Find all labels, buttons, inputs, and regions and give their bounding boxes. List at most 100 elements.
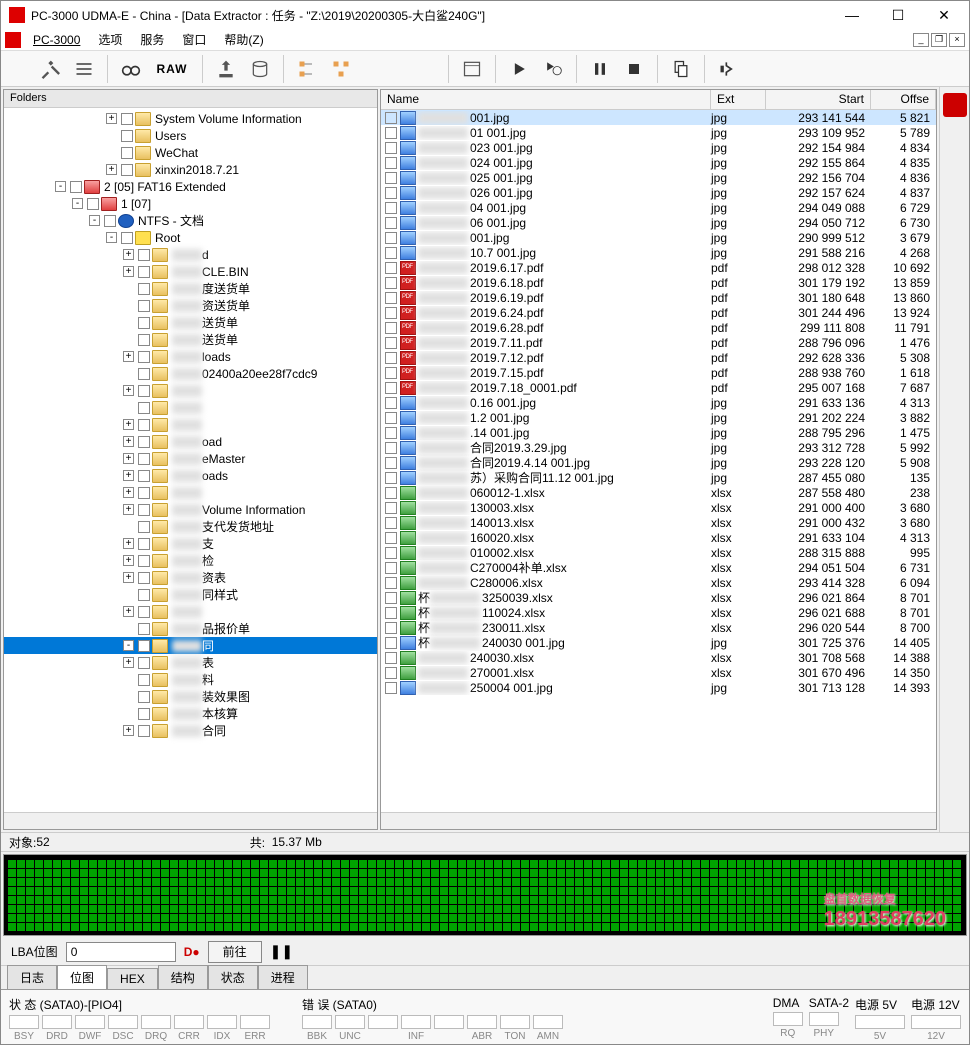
expand-icon[interactable]: + — [123, 606, 134, 617]
binoculars-icon[interactable] — [116, 55, 146, 83]
file-checkbox[interactable] — [385, 397, 397, 409]
tree-item[interactable]: 20送货单 — [4, 331, 377, 348]
tree-checkbox[interactable] — [121, 113, 133, 125]
file-checkbox[interactable] — [385, 187, 397, 199]
file-row[interactable]: 010002.xlsxxlsx288 315 888995 — [381, 545, 936, 560]
lba-input[interactable] — [66, 942, 176, 962]
tree-item[interactable]: +SyVolume Information — [4, 501, 377, 518]
file-checkbox[interactable] — [385, 217, 397, 229]
tree-checkbox[interactable] — [121, 232, 133, 244]
tree-checkbox[interactable] — [104, 215, 116, 227]
tree-item[interactable]: 丰本核算 — [4, 705, 377, 722]
file-checkbox[interactable] — [385, 532, 397, 544]
tree-checkbox[interactable] — [138, 657, 150, 669]
tree-item[interactable]: 上支代发货地址 — [4, 518, 377, 535]
tree-item[interactable]: +Ku — [4, 416, 377, 433]
expand-icon[interactable]: + — [123, 419, 134, 430]
tree-item[interactable]: +Kwoad — [4, 433, 377, 450]
tree-checkbox[interactable] — [138, 725, 150, 737]
file-row[interactable]: 杯240030 001.jpgjpg301 725 37614 405 — [381, 635, 936, 650]
file-checkbox[interactable] — [385, 172, 397, 184]
expand-icon[interactable]: - — [123, 640, 134, 651]
tree-checkbox[interactable] — [138, 402, 150, 414]
expand-icon[interactable]: - — [89, 215, 100, 226]
raw-button[interactable]: RAW — [150, 55, 194, 83]
close-button[interactable]: ✕ — [921, 1, 967, 29]
tree-item[interactable]: 20资送货单 — [4, 297, 377, 314]
file-checkbox[interactable] — [385, 412, 397, 424]
file-checkbox[interactable] — [385, 292, 397, 304]
file-checkbox[interactable] — [385, 577, 397, 589]
tree-checkbox[interactable] — [138, 266, 150, 278]
tab-HEX[interactable]: HEX — [107, 968, 158, 989]
file-row[interactable]: 026 001.jpgjpg292 157 6244 837 — [381, 185, 936, 200]
tree-checkbox[interactable] — [138, 708, 150, 720]
database-icon[interactable] — [245, 55, 275, 83]
tree-item[interactable]: +巨 — [4, 603, 377, 620]
file-row[interactable]: 2019.7.12.pdfpdf292 628 3365 308 — [381, 350, 936, 365]
h-scrollbar[interactable] — [381, 812, 936, 829]
pause-lba-icon[interactable]: ❚❚ — [270, 943, 290, 960]
tree-checkbox[interactable] — [70, 181, 82, 193]
file-checkbox[interactable] — [385, 247, 397, 259]
tree-checkbox[interactable] — [138, 691, 150, 703]
expand-icon[interactable]: - — [55, 181, 66, 192]
col-ext[interactable]: Ext — [711, 90, 766, 109]
file-checkbox[interactable] — [385, 382, 397, 394]
file-row[interactable]: 杯3250039.xlsxxlsx296 021 8648 701 — [381, 590, 936, 605]
tree-checkbox[interactable] — [138, 249, 150, 261]
file-row[interactable]: 270001.xlsxxlsx301 670 49614 350 — [381, 665, 936, 680]
file-checkbox[interactable] — [385, 127, 397, 139]
tree-item[interactable]: 巨品报价单 — [4, 620, 377, 637]
tree-item[interactable]: 20送货单 — [4, 314, 377, 331]
tree-checkbox[interactable] — [138, 521, 150, 533]
tree-item[interactable]: +LDeMaster — [4, 450, 377, 467]
mdi-close[interactable]: × — [949, 33, 965, 47]
file-row[interactable]: 06 001.jpgjpg294 050 7126 730 — [381, 215, 936, 230]
sector-map[interactable]: 盘首数据恢复 18913587620 — [3, 854, 967, 936]
file-checkbox[interactable] — [385, 592, 397, 604]
tree-item[interactable]: -NTFS - 文档 — [4, 212, 377, 229]
tree-item[interactable]: Users — [4, 127, 377, 144]
tree-item[interactable]: -2 [05] FAT16 Extended — [4, 178, 377, 195]
file-row[interactable]: 2019.6.17.pdfpdf298 012 32810 692 — [381, 260, 936, 275]
tree-checkbox[interactable] — [138, 470, 150, 482]
tree-checkbox[interactable] — [138, 555, 150, 567]
expand-icon[interactable]: + — [123, 266, 134, 277]
tree-checkbox[interactable] — [138, 589, 150, 601]
file-checkbox[interactable] — [385, 322, 397, 334]
file-row[interactable]: 04 001.jpgjpg294 049 0886 729 — [381, 200, 936, 215]
expand-icon[interactable]: + — [123, 657, 134, 668]
expand-icon[interactable]: + — [123, 487, 134, 498]
file-row[interactable]: 苏）采购合同11.12 001.jpgjpg287 455 080135 — [381, 470, 936, 485]
tree-item[interactable]: +杯表 — [4, 654, 377, 671]
tree-checkbox[interactable] — [138, 317, 150, 329]
file-list[interactable]: 001.jpgjpg293 141 5445 82101 001.jpgjpg2… — [381, 110, 936, 812]
pause-icon[interactable] — [585, 55, 615, 83]
file-checkbox[interactable] — [385, 277, 397, 289]
tree-checkbox[interactable] — [121, 147, 133, 159]
play-settings-icon[interactable] — [538, 55, 568, 83]
tree-item[interactable]: +System Volume Information — [4, 110, 377, 127]
file-row[interactable]: 合同2019.3.29.jpgjpg293 312 7285 992 — [381, 440, 936, 455]
tree-checkbox[interactable] — [138, 623, 150, 635]
tab-日志[interactable]: 日志 — [7, 965, 57, 989]
file-checkbox[interactable] — [385, 157, 397, 169]
tree-item[interactable]: +员资表 — [4, 569, 377, 586]
column-header[interactable]: Name Ext Start Offse — [381, 90, 936, 110]
mdi-minimize[interactable]: _ — [913, 33, 929, 47]
tree-item[interactable]: -巨同 — [4, 637, 377, 654]
file-checkbox[interactable] — [385, 487, 397, 499]
file-row[interactable]: 025 001.jpgjpg292 156 7044 836 — [381, 170, 936, 185]
file-row[interactable]: 2019.7.15.pdfpdf288 938 7601 618 — [381, 365, 936, 380]
list-icon[interactable] — [69, 55, 99, 83]
file-row[interactable]: 140013.xlsxxlsx291 000 4323 680 — [381, 515, 936, 530]
tools-icon[interactable] — [35, 55, 65, 83]
file-row[interactable]: 160020.xlsxxlsx291 633 1044 313 — [381, 530, 936, 545]
tree-item[interactable]: +qy — [4, 484, 377, 501]
file-row[interactable]: 2019.7.11.pdfpdf288 796 0961 476 — [381, 335, 936, 350]
file-row[interactable]: 2019.6.28.pdfpdf299 111 80811 791 — [381, 320, 936, 335]
file-row[interactable]: 001.jpgjpg290 999 5123 679 — [381, 230, 936, 245]
tree-checkbox[interactable] — [138, 351, 150, 363]
file-checkbox[interactable] — [385, 442, 397, 454]
